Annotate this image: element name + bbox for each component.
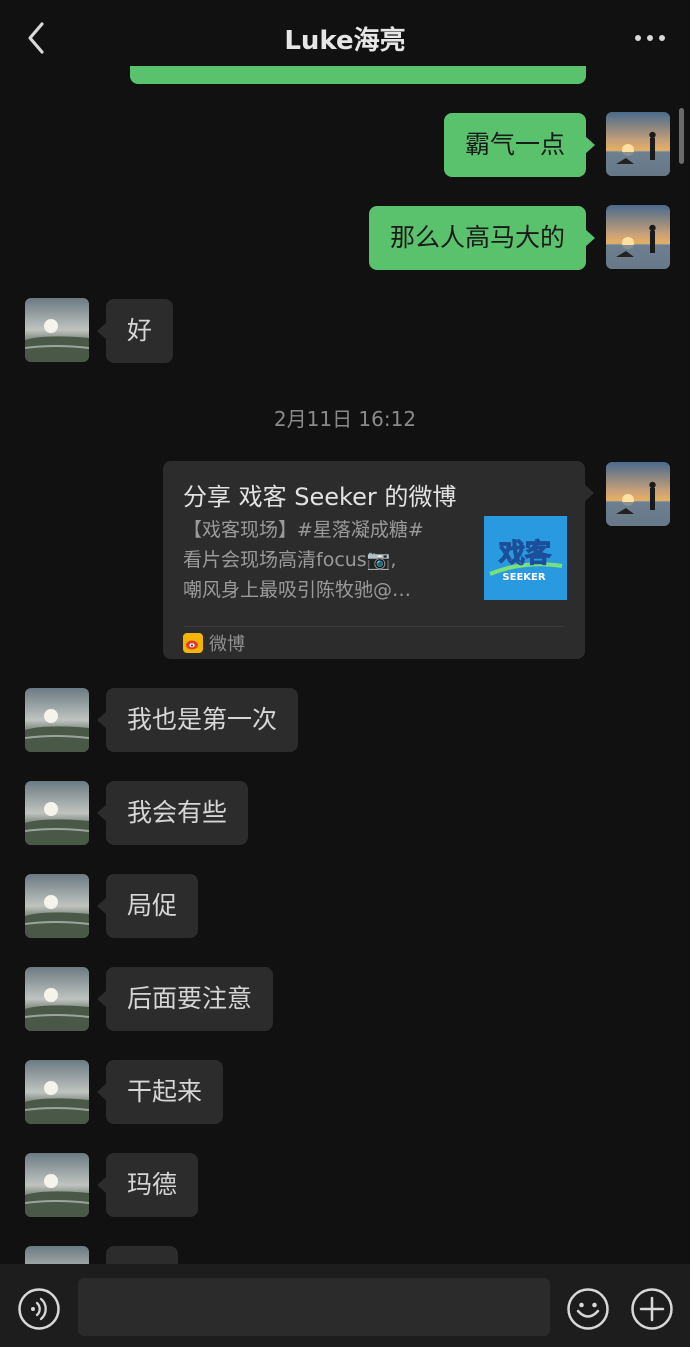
contact-avatar[interactable] — [25, 298, 89, 362]
share-card-source-label: 微博 — [209, 634, 245, 655]
contact-avatar[interactable] — [25, 967, 89, 1031]
share-card-source: 微博 — [183, 630, 245, 656]
my-avatar[interactable] — [606, 112, 670, 176]
share-card-thumbnail: 戏客 SEEKER — [484, 516, 567, 600]
share-card-title: 分享 戏客 Seeker 的微博 — [183, 483, 457, 511]
contact-avatar[interactable] — [25, 1153, 89, 1217]
contact-avatar[interactable] — [25, 781, 89, 845]
more-dots-icon[interactable] — [628, 20, 672, 56]
thumbnail-logo-subtext: SEEKER — [502, 572, 545, 583]
message-bubble-received[interactable]: 好 — [96, 299, 174, 363]
message-bubble-received[interactable]: 我也是第一次 — [96, 688, 299, 752]
chat-title: Luke海亮 — [284, 26, 406, 56]
sunset-figure-avatar-icon — [606, 462, 670, 526]
message-bubble-sent[interactable]: 霸气一点 — [443, 113, 596, 177]
lake-landscape-avatar-icon — [25, 1060, 89, 1124]
scrollbar[interactable] — [679, 108, 684, 164]
lake-landscape-avatar-icon — [25, 688, 89, 752]
sunset-figure-avatar-icon — [606, 112, 670, 176]
plus-icon[interactable] — [630, 1287, 674, 1331]
chat-input-bar — [0, 1264, 690, 1347]
message-input[interactable] — [78, 1278, 550, 1336]
thumbnail-logo-text: 戏客 — [498, 538, 552, 569]
share-card-desc-line: 【戏客现场】#星落凝成糖# — [183, 519, 424, 541]
message-bubble-received[interactable]: 玛德 — [96, 1153, 199, 1217]
emoji-icon[interactable] — [566, 1287, 610, 1331]
share-card-desc-line: 看片会现场高清focus📷, — [183, 549, 397, 571]
lake-landscape-avatar-icon — [25, 298, 89, 362]
message-bubble-received[interactable]: 干起来 — [96, 1060, 224, 1124]
contact-avatar[interactable] — [25, 874, 89, 938]
message-timestamp: 2月11日 16:12 — [273, 407, 417, 431]
share-card-desc-line: 嘲风身上最吸引陈牧驰@… — [183, 579, 412, 601]
lake-landscape-avatar-icon — [25, 967, 89, 1031]
card-divider — [183, 626, 565, 627]
voice-icon[interactable] — [17, 1287, 61, 1331]
weibo-icon — [183, 633, 203, 653]
message-bubble-received[interactable]: 我会有些 — [96, 781, 249, 845]
contact-avatar[interactable] — [25, 688, 89, 752]
message-bubble-received[interactable]: 后面要注意 — [96, 967, 274, 1031]
lake-landscape-avatar-icon — [25, 1153, 89, 1217]
share-card-description: 【戏客现场】#星落凝成糖# 看片会现场高清focus📷, 嘲风身上最吸引陈牧驰@… — [183, 515, 463, 605]
my-avatar[interactable] — [606, 205, 670, 269]
contact-avatar[interactable] — [25, 1060, 89, 1124]
message-bubble-sent[interactable]: 那么人高马大的 — [368, 206, 596, 270]
message-bubble-received[interactable]: 局促 — [96, 874, 199, 938]
my-avatar[interactable] — [606, 462, 670, 526]
sunset-figure-avatar-icon — [606, 205, 670, 269]
lake-landscape-avatar-icon — [25, 781, 89, 845]
weibo-share-card[interactable]: 分享 戏客 Seeker 的微博 【戏客现场】#星落凝成糖# 看片会现场高清fo… — [163, 461, 594, 659]
previous-message-bubble-edge — [130, 66, 586, 84]
lake-landscape-avatar-icon — [25, 874, 89, 938]
